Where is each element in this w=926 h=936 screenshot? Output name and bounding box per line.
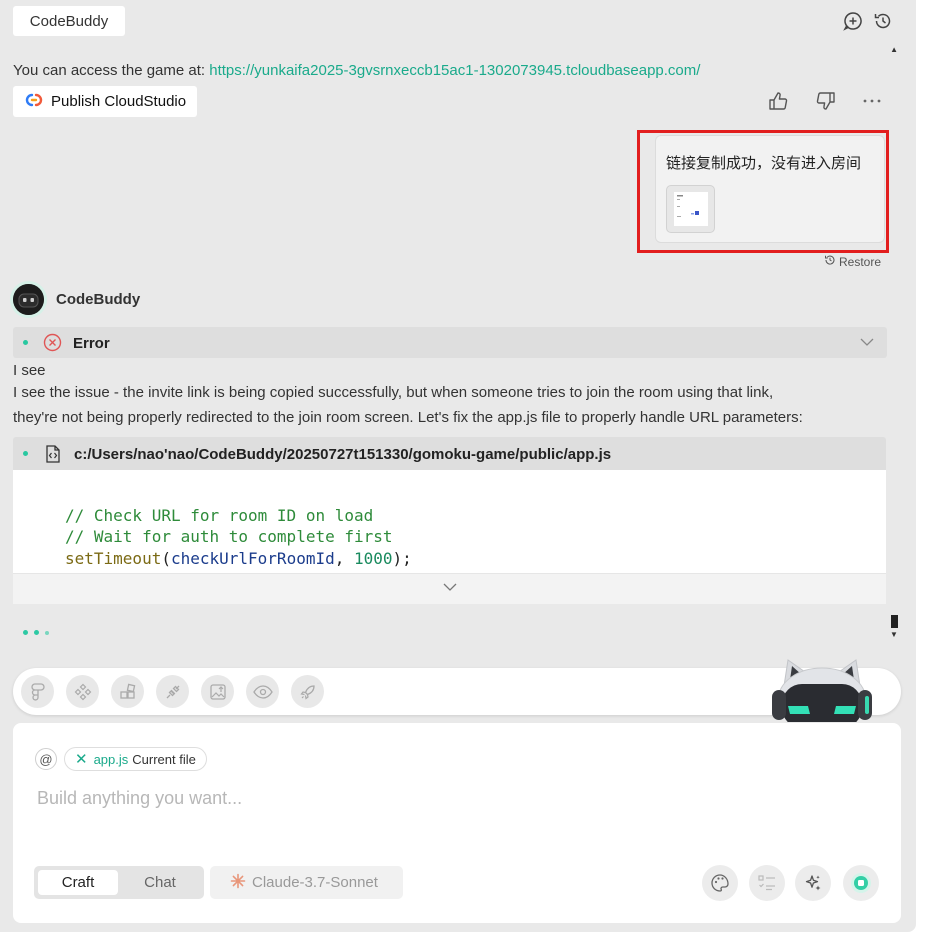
panel-title-tab[interactable]: CodeBuddy bbox=[13, 6, 125, 36]
expand-code-button[interactable] bbox=[13, 573, 886, 604]
image-upload-icon[interactable] bbox=[201, 675, 234, 708]
code-argument: checkUrlForRoomId bbox=[170, 549, 335, 568]
model-name: Claude-3.7-Sonnet bbox=[252, 874, 378, 891]
error-step-row[interactable]: Error bbox=[13, 327, 887, 358]
code-preview: // Check URL for room ID on load // Wait… bbox=[13, 470, 886, 573]
mode-toggle: Craft Chat bbox=[34, 866, 204, 899]
blocks-icon[interactable] bbox=[111, 675, 144, 708]
status-dot bbox=[23, 340, 28, 345]
preview-icon[interactable] bbox=[246, 675, 279, 708]
reply-line-2: I see the issue - the invite link is bei… bbox=[13, 384, 774, 401]
code-number: 1000 bbox=[354, 549, 393, 568]
typing-dot bbox=[45, 630, 49, 635]
highlight-annotation-box bbox=[637, 130, 889, 253]
thumbs-up-icon[interactable] bbox=[766, 89, 790, 113]
chevron-down-icon bbox=[442, 580, 458, 598]
restore-button[interactable]: Restore bbox=[824, 254, 881, 269]
typing-indicator bbox=[23, 624, 55, 642]
thumbs-down-icon[interactable] bbox=[814, 89, 838, 113]
access-message: You can access the game at: https://yunk… bbox=[13, 62, 700, 79]
cloudstudio-logo-icon bbox=[23, 92, 45, 112]
scroll-down-arrow-icon[interactable]: ▼ bbox=[890, 630, 898, 639]
remove-context-close-icon[interactable]: ✕ bbox=[75, 750, 88, 768]
typing-dot bbox=[34, 630, 39, 636]
code-file-path: c:/Users/nao'nao/CodeBuddy/20250727t1513… bbox=[74, 446, 612, 463]
sparkle-enhance-icon[interactable] bbox=[795, 865, 831, 901]
error-label: Error bbox=[73, 335, 110, 352]
restore-icon bbox=[824, 254, 836, 269]
stop-generation-button[interactable] bbox=[843, 865, 879, 901]
claude-spark-icon bbox=[230, 873, 246, 893]
figma-icon[interactable] bbox=[21, 675, 54, 708]
access-prefix: You can access the game at: bbox=[13, 62, 210, 79]
code-function: setTimeout bbox=[65, 549, 162, 568]
prompt-input[interactable] bbox=[37, 785, 637, 811]
chevron-down-icon[interactable] bbox=[859, 335, 875, 354]
codebuddy-avatar bbox=[13, 284, 44, 315]
context-file-suffix: Current file bbox=[132, 751, 196, 767]
restore-label: Restore bbox=[839, 254, 882, 269]
plugin-icon[interactable] bbox=[156, 675, 189, 708]
chat-panel: CodeBuddy ▲ You can access the game at: … bbox=[0, 0, 916, 932]
scrollbar-thumb[interactable] bbox=[891, 615, 898, 628]
game-url-link[interactable]: https://yunkaifa2025-3gvsrnxeccb15ac1-13… bbox=[209, 62, 700, 79]
chat-input-card: @ ✕ app.js Current file Craft Chat Claud… bbox=[13, 723, 901, 923]
code-line-1: // Check URL for room ID on load bbox=[65, 506, 374, 525]
reply-line-3: they're not being properly redirected to… bbox=[13, 409, 803, 426]
task-list-icon[interactable] bbox=[749, 865, 785, 901]
status-dot bbox=[23, 451, 28, 456]
new-chat-icon[interactable] bbox=[842, 10, 864, 32]
mode-chat-tab[interactable]: Chat bbox=[120, 870, 200, 895]
publish-label: Publish CloudStudio bbox=[51, 93, 187, 110]
code-file-header[interactable]: c:/Users/nao'nao/CodeBuddy/20250727t1513… bbox=[13, 437, 886, 470]
code-separator: , bbox=[334, 549, 354, 568]
code-line-3: setTimeout(checkUrlForRoomId, 1000); bbox=[65, 549, 412, 568]
context-file-name: app.js bbox=[93, 751, 129, 767]
code-line-2: // Wait for auth to complete first bbox=[65, 527, 393, 546]
typing-dot bbox=[23, 630, 28, 636]
model-selector-button[interactable]: Claude-3.7-Sonnet bbox=[210, 866, 403, 899]
more-icon[interactable] bbox=[860, 89, 884, 113]
code-file-icon bbox=[45, 445, 61, 468]
publish-cloudstudio-button[interactable]: Publish CloudStudio bbox=[13, 86, 198, 117]
scroll-up-arrow-icon[interactable]: ▲ bbox=[890, 45, 898, 54]
context-file-chip[interactable]: ✕ app.js Current file bbox=[64, 747, 207, 771]
history-icon[interactable] bbox=[872, 10, 894, 32]
codebuddy-mascot-icon bbox=[766, 656, 878, 722]
palette-icon[interactable] bbox=[702, 865, 738, 901]
deploy-rocket-icon[interactable] bbox=[291, 675, 324, 708]
assistant-name: CodeBuddy bbox=[56, 291, 141, 308]
components-icon[interactable] bbox=[66, 675, 99, 708]
code-paren-close: ); bbox=[392, 549, 412, 568]
reply-line-1: I see bbox=[13, 362, 46, 379]
error-circle-icon bbox=[43, 333, 62, 352]
mention-button[interactable]: @ bbox=[35, 748, 57, 770]
code-paren-open: ( bbox=[161, 549, 171, 568]
mode-craft-tab[interactable]: Craft bbox=[38, 870, 118, 895]
